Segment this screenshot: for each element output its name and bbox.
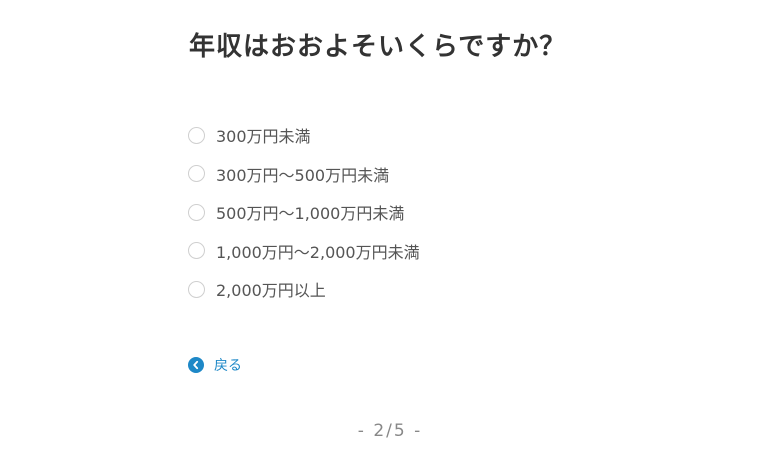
- option-label: 300万円～500万円未満: [216, 165, 390, 185]
- question-title: 年収はおおよそいくらですか？: [189, 32, 567, 62]
- option-under-300[interactable]: 300万円未満: [188, 116, 420, 155]
- page-indicator: - 2/5 -: [357, 421, 423, 441]
- option-label: 2,000万円以上: [216, 281, 326, 301]
- option-label: 500万円～1,000万円未満: [216, 204, 405, 224]
- option-label: 1,000万円～2,000万円未満: [216, 242, 420, 262]
- radio-button[interactable]: [188, 203, 205, 221]
- option-label: 300万円未満: [216, 127, 311, 147]
- radio-button[interactable]: [188, 280, 205, 298]
- radio-button[interactable]: [188, 165, 205, 183]
- option-300-500[interactable]: 300万円～500万円未満: [188, 155, 420, 194]
- back-button[interactable]: 戻る: [188, 355, 242, 375]
- radio-button[interactable]: [188, 126, 205, 144]
- back-label: 戻る: [214, 358, 242, 374]
- option-1000-2000[interactable]: 1,000万円～2,000万円未満: [188, 232, 420, 271]
- radio-button[interactable]: [188, 242, 205, 260]
- option-500-1000[interactable]: 500万円～1,000万円未満: [188, 193, 420, 232]
- chevron-left-circle-icon: [188, 357, 204, 373]
- answer-options: 300万円未満 300万円～500万円未満 500万円～1,000万円未満 1,…: [188, 116, 420, 309]
- option-over-2000[interactable]: 2,000万円以上: [188, 270, 420, 309]
